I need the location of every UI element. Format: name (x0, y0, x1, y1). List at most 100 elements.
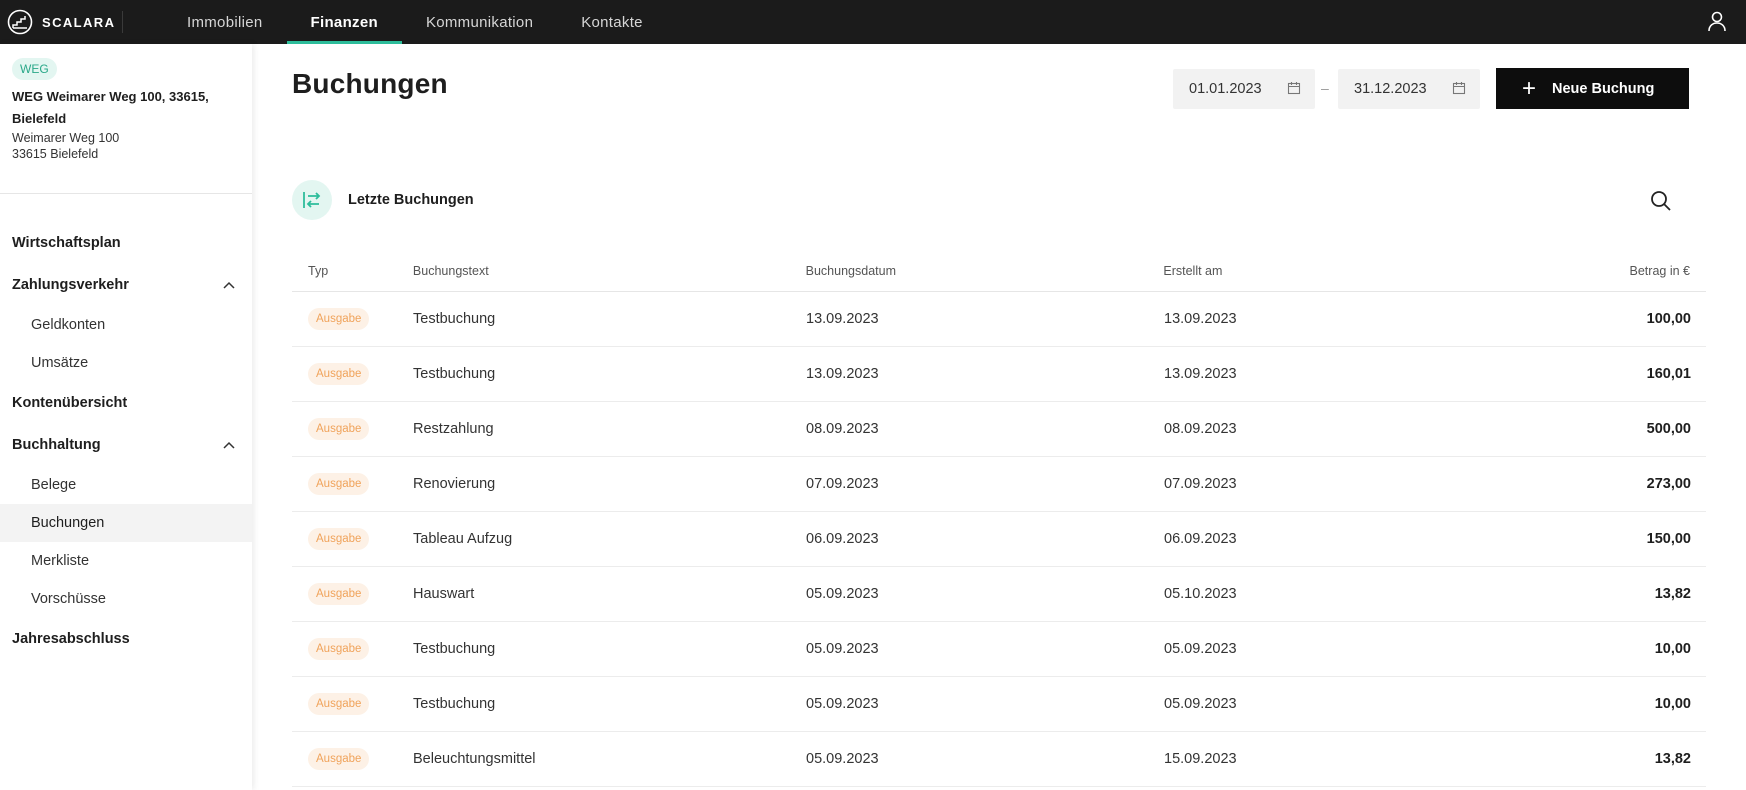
property-city: 33615 Bielefeld (12, 147, 99, 161)
chevron-up-icon[interactable] (222, 278, 236, 292)
user-profile-icon[interactable] (1704, 8, 1730, 34)
transfer-arrows-icon (292, 180, 332, 220)
booking-amount: 273,00 (1646, 476, 1691, 492)
sidebar-item-merkliste[interactable]: Merkliste (0, 542, 252, 580)
booking-amount: 13,82 (1654, 586, 1691, 602)
created-date: 15.09.2023 (1164, 751, 1237, 767)
created-date: 06.09.2023 (1164, 531, 1237, 547)
sidebar-item-zahlungsverkehr[interactable]: Zahlungsverkehr (0, 264, 252, 306)
nav-item-kontakte[interactable]: Kontakte (557, 0, 667, 44)
type-tag: Ausgabe (308, 748, 370, 770)
created-date: 08.09.2023 (1164, 421, 1237, 437)
booking-date: 06.09.2023 (806, 531, 879, 547)
booking-text: Renovierung (413, 476, 496, 492)
sidebar-item-umsaetze[interactable]: Umsätze (0, 344, 252, 382)
booking-text: Testbuchung (413, 366, 496, 382)
section-title: Letzte Buchungen (348, 192, 474, 208)
page-title: Buchungen (292, 68, 448, 99)
search-icon[interactable] (1650, 190, 1672, 212)
sidebar-item-label: Jahresabschluss (12, 631, 130, 647)
property-card: WEG WEG Weimarer Weg 100, 33615, Bielefe… (0, 44, 252, 194)
created-date: 13.09.2023 (1164, 311, 1237, 327)
property-street: Weimarer Weg 100 (12, 131, 120, 145)
sidebar-item-label: Buchhaltung (12, 437, 101, 453)
type-tag: Ausgabe (308, 583, 370, 605)
sidebar-item-geldkonten[interactable]: Geldkonten (0, 306, 252, 344)
booking-amount: 500,00 (1646, 421, 1691, 437)
chevron-up-icon[interactable] (222, 438, 236, 452)
sidebar: WEG WEG Weimarer Weg 100, 33615, Bielefe… (0, 44, 252, 790)
brand-name: SCALARA (42, 14, 116, 30)
sidebar-item-jahresabschluss[interactable]: Jahresabschluss (0, 618, 252, 660)
column-header-buchungsdatum[interactable]: Buchungsdatum (806, 264, 1164, 278)
brand-logo[interactable]: SCALARA (0, 8, 123, 36)
booking-text: Tableau Aufzug (413, 531, 513, 547)
table-row[interactable]: Ausgabe Renovierung 07.09.2023 07.09.202… (292, 457, 1706, 512)
booking-text: Testbuchung (413, 311, 496, 327)
table-header: Typ Buchungstext Buchungsdatum Erstellt … (292, 250, 1706, 292)
created-date: 07.09.2023 (1164, 476, 1237, 492)
date-from-value: 01.01.2023 (1189, 81, 1262, 97)
booking-date: 07.09.2023 (806, 476, 879, 492)
booking-date: 13.09.2023 (806, 311, 879, 327)
booking-text: Hauswart (413, 586, 475, 602)
booking-date: 05.09.2023 (806, 751, 879, 767)
nav-item-kommunikation[interactable]: Kommunikation (402, 0, 557, 44)
booking-date: 05.09.2023 (806, 641, 879, 657)
plus-icon: + (1522, 74, 1537, 102)
sidebar-item-label: Kontenübersicht (12, 395, 128, 411)
column-header-buchungstext[interactable]: Buchungstext (413, 264, 806, 278)
column-header-erstellt-am[interactable]: Erstellt am (1163, 264, 1463, 278)
date-from-field[interactable]: 01.01.2023 (1173, 69, 1315, 109)
type-tag: Ausgabe (308, 418, 370, 440)
column-header-typ[interactable]: Typ (292, 264, 413, 278)
sidebar-menu: Wirtschaftsplan Zahlungsverkehr Geldkont… (0, 194, 252, 660)
bookings-table: Typ Buchungstext Buchungsdatum Erstellt … (292, 250, 1706, 787)
table-row[interactable]: Ausgabe Testbuchung 13.09.2023 13.09.202… (292, 347, 1706, 402)
nav-item-immobilien[interactable]: Immobilien (163, 0, 287, 44)
type-tag: Ausgabe (308, 693, 370, 715)
table-row[interactable]: Ausgabe Tableau Aufzug 06.09.2023 06.09.… (292, 512, 1706, 567)
table-row[interactable]: Ausgabe Hauswart 05.09.2023 05.10.2023 1… (292, 567, 1706, 622)
scalara-logo-icon (6, 8, 34, 36)
booking-amount: 10,00 (1654, 641, 1691, 657)
sidebar-item-kontenuebersicht[interactable]: Kontenübersicht (0, 382, 252, 424)
date-to-value: 31.12.2023 (1354, 81, 1427, 97)
sidebar-item-buchungen[interactable]: Buchungen (0, 504, 252, 542)
booking-amount: 160,01 (1646, 366, 1691, 382)
property-title: WEG Weimarer Weg 100, 33615, Bielefeld (12, 89, 209, 126)
created-date: 05.09.2023 (1164, 641, 1237, 657)
calendar-icon[interactable] (1287, 81, 1301, 95)
table-row[interactable]: Ausgabe Beleuchtungsmittel 05.09.2023 15… (292, 732, 1706, 787)
booking-date: 05.09.2023 (806, 586, 879, 602)
table-row[interactable]: Ausgabe Testbuchung 05.09.2023 05.09.202… (292, 677, 1706, 732)
weg-badge: WEG (12, 58, 57, 80)
sidebar-item-wirtschaftsplan[interactable]: Wirtschaftsplan (0, 222, 252, 264)
column-header-betrag[interactable]: Betrag in € (1463, 264, 1706, 278)
date-range-separator: – (1321, 80, 1329, 96)
created-date: 05.09.2023 (1164, 696, 1237, 712)
section-header: Letzte Buchungen (292, 180, 1706, 220)
type-tag: Ausgabe (308, 308, 370, 330)
booking-amount: 13,82 (1654, 751, 1691, 767)
calendar-icon[interactable] (1452, 81, 1466, 95)
sidebar-item-belege[interactable]: Belege (0, 466, 252, 504)
booking-amount: 10,00 (1654, 696, 1691, 712)
booking-text: Testbuchung (413, 696, 496, 712)
nav-item-finanzen[interactable]: Finanzen (286, 0, 403, 44)
sidebar-item-vorschuesse[interactable]: Vorschüsse (0, 580, 252, 618)
table-row[interactable]: Ausgabe Testbuchung 05.09.2023 05.09.202… (292, 622, 1706, 677)
new-booking-button[interactable]: + Neue Buchung (1496, 68, 1689, 109)
booking-date: 05.09.2023 (806, 696, 879, 712)
sidebar-item-buchhaltung[interactable]: Buchhaltung (0, 424, 252, 466)
date-to-field[interactable]: 31.12.2023 (1338, 69, 1480, 109)
type-tag: Ausgabe (308, 473, 370, 495)
main-nav: Immobilien Finanzen Kommunikation Kontak… (163, 0, 667, 44)
created-date: 05.10.2023 (1164, 586, 1237, 602)
booking-text: Restzahlung (413, 421, 494, 437)
type-tag: Ausgabe (308, 363, 370, 385)
table-row[interactable]: Ausgabe Testbuchung 13.09.2023 13.09.202… (292, 292, 1706, 347)
table-row[interactable]: Ausgabe Restzahlung 08.09.2023 08.09.202… (292, 402, 1706, 457)
booking-text: Testbuchung (413, 641, 496, 657)
booking-amount: 100,00 (1646, 311, 1691, 327)
